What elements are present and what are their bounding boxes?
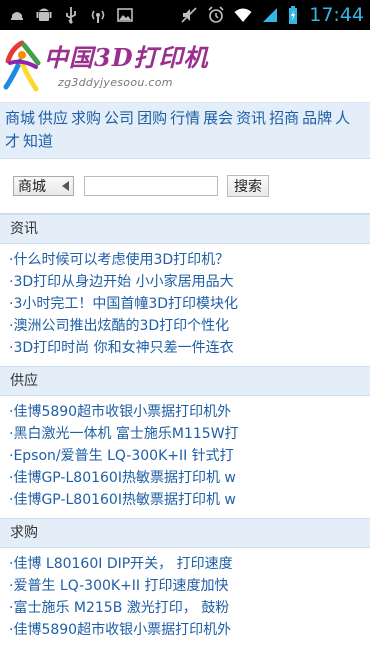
nav-item-investment[interactable]: 招商	[269, 109, 299, 127]
nav-item-exhibition[interactable]: 展会	[203, 109, 233, 127]
wifi-icon	[234, 6, 252, 24]
list-item[interactable]: ·佳博GP-L80160I热敏票据打印机 w	[9, 467, 370, 489]
usb-icon	[62, 6, 80, 24]
status-bar: 17:44	[0, 0, 370, 30]
section-title[interactable]: 资讯	[0, 214, 370, 244]
alarm-icon	[207, 6, 225, 24]
category-select[interactable]: 商城	[13, 176, 74, 196]
mute-icon	[180, 6, 198, 24]
category-select-value: 商城	[18, 179, 46, 195]
nav-item-mall[interactable]: 商城	[5, 109, 35, 127]
chevron-left-icon	[62, 181, 69, 191]
logo-icon[interactable]	[2, 33, 46, 99]
list-item[interactable]: ·佳博 L80160I DIP开关， 打印速度	[9, 553, 370, 575]
nav-item-market[interactable]: 行情	[170, 109, 200, 127]
logo-domain: zg3ddyjyesoou.com	[58, 76, 173, 89]
wireless-icon	[89, 6, 107, 24]
image-icon	[116, 6, 134, 24]
nav-item-brand[interactable]: 品牌	[302, 109, 332, 127]
section-title[interactable]: 供应	[0, 366, 370, 396]
section-news: 资讯 ·什么时候可以考虑使用3D打印机？ ·3D打印从身边开始 小小家居用品大 …	[0, 214, 370, 366]
list-item[interactable]: ·Epson/爱普生 LQ-300K+II 针式打	[9, 445, 370, 467]
list-item[interactable]: ·3小时完工！中国首幢3D打印模块化	[9, 293, 370, 315]
main-nav: 商城 供应 求购 公司 团购 行情 展会 资讯 招商 品牌 人才 知道	[0, 103, 370, 159]
list-item[interactable]: ·澳洲公司推出炫酷的3D打印个性化	[9, 315, 370, 337]
logo-title[interactable]: 中国3D打印机	[44, 38, 209, 73]
search-input[interactable]	[84, 176, 218, 196]
nav-item-news[interactable]: 资讯	[236, 109, 266, 127]
list-item[interactable]: ·3D打印时尚 你和女神只差一件连衣	[9, 337, 370, 359]
list-item[interactable]: ·爱普生 LQ-300K+II 打印速度加快	[9, 575, 370, 597]
nav-item-group-buy[interactable]: 团购	[137, 109, 167, 127]
site-header: 中国3D打印机 zg3ddyjyesoou.com	[0, 30, 370, 103]
battery-icon	[288, 6, 298, 24]
search-button[interactable]: 搜索	[227, 175, 269, 197]
android-icon	[35, 6, 53, 24]
section-title[interactable]: 求购	[0, 518, 370, 548]
signal-icon	[261, 6, 279, 24]
sd-card-icon	[8, 6, 26, 24]
list-item[interactable]: ·什么时候可以考虑使用3D打印机？	[9, 249, 370, 271]
list-item[interactable]: ·3D打印从身边开始 小小家居用品大	[9, 271, 370, 293]
list-item[interactable]: ·佳博5890超市收银小票据打印机外	[9, 619, 370, 641]
section-purchase: 求购 ·佳博 L80160I DIP开关， 打印速度 ·爱普生 LQ-300K+…	[0, 518, 370, 648]
search-bar: 商城 搜索	[0, 159, 370, 214]
nav-item-know[interactable]: 知道	[23, 132, 53, 150]
clock: 17:44	[309, 4, 364, 26]
nav-item-company[interactable]: 公司	[104, 109, 134, 127]
section-supply: 供应 ·佳博5890超市收银小票据打印机外 ·黑白激光一体机 富士施乐M115W…	[0, 366, 370, 518]
list-item[interactable]: ·黑白激光一体机 富士施乐M115W打	[9, 423, 370, 445]
list-item[interactable]: ·佳博5890超市收银小票据打印机外	[9, 401, 370, 423]
nav-item-supply[interactable]: 供应	[38, 109, 68, 127]
list-item[interactable]: ·佳博GP-L80160I热敏票据打印机 w	[9, 489, 370, 511]
nav-item-purchase[interactable]: 求购	[71, 109, 101, 127]
